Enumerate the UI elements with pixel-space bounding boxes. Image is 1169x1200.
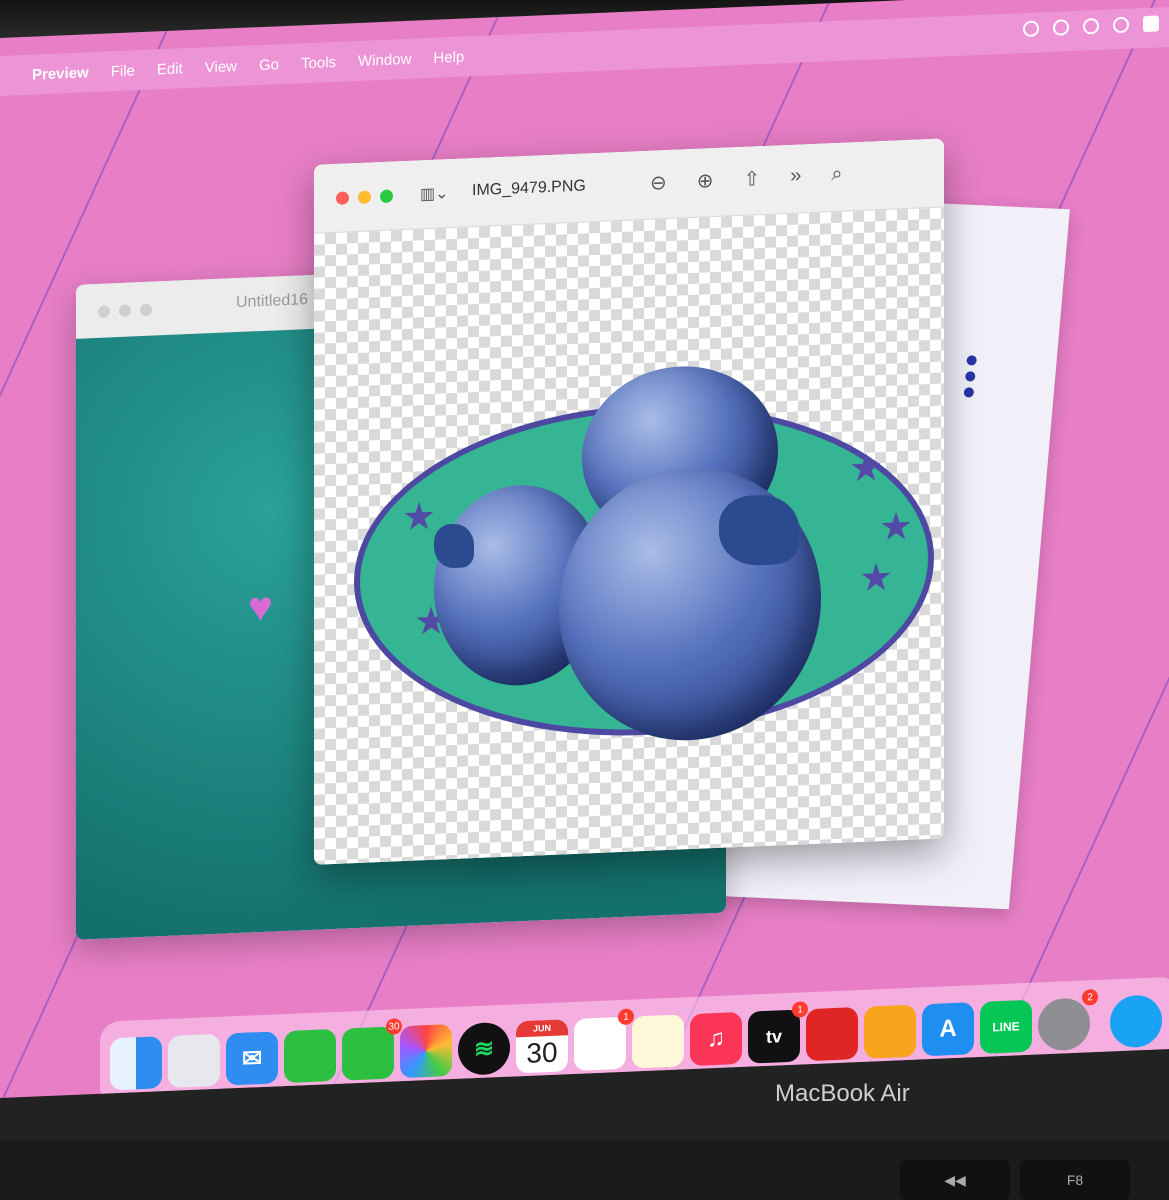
notes-icon[interactable] xyxy=(632,1014,684,1069)
blueberry-crown xyxy=(434,523,474,569)
launchpad-icon[interactable] xyxy=(168,1033,220,1088)
traffic-lights-inactive xyxy=(98,303,152,318)
facetime-icon[interactable] xyxy=(284,1028,336,1084)
input-source-icon[interactable] xyxy=(1143,15,1159,33)
status-tool-icon[interactable] xyxy=(1113,16,1129,34)
menu-view[interactable]: View xyxy=(205,58,237,76)
reminders-icon[interactable]: 1 xyxy=(574,1008,634,1071)
close-button[interactable] xyxy=(98,305,110,318)
menu-window[interactable]: Window xyxy=(358,50,411,69)
share-icon[interactable]: ⇧ xyxy=(744,166,761,192)
reminders-badge: 1 xyxy=(618,1008,634,1026)
traffic-lights xyxy=(336,189,393,205)
image-canvas: ★ ★ ★ ★ ★ xyxy=(314,207,944,865)
minimize-button[interactable] xyxy=(358,190,371,204)
status-record-icon[interactable] xyxy=(1053,19,1069,36)
window-title: IMG_9479.PNG xyxy=(472,177,586,200)
finder-icon[interactable] xyxy=(110,1036,162,1091)
line-icon[interactable]: LINE xyxy=(980,999,1032,1054)
messages-badge: 30 xyxy=(386,1018,402,1035)
app-store-icon[interactable]: A xyxy=(922,1002,974,1057)
zoom-in-icon[interactable]: ⊕ xyxy=(697,168,714,194)
line-label: LINE xyxy=(992,1019,1020,1035)
sidebar-toggle-icon[interactable]: ▥⌄ xyxy=(420,183,449,204)
toolbar-icons: ⊖ ⊕ ⇧ » ⌕ xyxy=(650,163,843,196)
heart-sticker: ♥ xyxy=(248,582,273,631)
star-icon: ★ xyxy=(859,556,894,600)
calendar-day: 30 xyxy=(526,1036,558,1069)
menu-help[interactable]: Help xyxy=(433,48,464,66)
status-app-icon[interactable] xyxy=(1023,20,1039,38)
tv-badge: 1 xyxy=(792,1001,808,1018)
key-play-pause[interactable]: F8 xyxy=(1020,1160,1130,1200)
tv-icon[interactable]: tv 1 xyxy=(748,1001,808,1064)
paper-dots xyxy=(963,355,978,398)
calendar-month: JUN xyxy=(516,1019,568,1038)
zoom-button[interactable] xyxy=(140,303,152,317)
settings-badge: 2 xyxy=(1082,988,1098,1006)
menu-go[interactable]: Go xyxy=(259,56,279,74)
music-icon[interactable]: ♫ xyxy=(690,1011,742,1067)
system-settings-icon[interactable]: 2 xyxy=(1038,988,1098,1052)
menu-tools[interactable]: Tools xyxy=(301,53,336,71)
star-icon: ★ xyxy=(879,505,914,550)
minimize-button[interactable] xyxy=(119,304,131,318)
pages-icon[interactable] xyxy=(864,1004,916,1059)
star-icon: ★ xyxy=(402,495,437,540)
status-play-icon[interactable] xyxy=(1083,17,1099,35)
preview-window-front[interactable]: ▥⌄ IMG_9479.PNG ⊖ ⊕ ⇧ » ⌕ ★ ★ ★ ★ ★ xyxy=(314,138,944,865)
close-button[interactable] xyxy=(336,191,349,205)
menu-edit[interactable]: Edit xyxy=(157,60,183,78)
photo-booth-icon[interactable] xyxy=(806,1007,858,1062)
safari-icon[interactable] xyxy=(1110,994,1162,1049)
spotify-icon[interactable]: ≋ xyxy=(458,1021,510,1076)
mail-icon[interactable]: ✉ xyxy=(226,1031,278,1086)
search-icon[interactable]: ⌕ xyxy=(831,163,842,188)
menu-file[interactable]: File xyxy=(111,62,135,80)
window-title: Untitled16 xyxy=(236,291,309,312)
tv-label: tv xyxy=(765,1025,782,1047)
blueberry-crown xyxy=(719,493,799,567)
key-label: F8 xyxy=(1066,1172,1084,1188)
star-icon: ★ xyxy=(849,446,884,491)
calendar-icon[interactable]: JUN 30 xyxy=(516,1019,568,1074)
desktop: Preview File Edit View Go Tools Window H… xyxy=(0,0,1169,1098)
zoom-out-icon[interactable]: ⊖ xyxy=(650,170,667,196)
laptop-brand-label: MacBook Air xyxy=(775,1080,910,1107)
status-icons xyxy=(1023,15,1159,38)
key-rewind[interactable]: ◀◀ xyxy=(900,1160,1010,1200)
menu-app-name[interactable]: Preview xyxy=(32,64,89,83)
zoom-button[interactable] xyxy=(380,189,393,204)
messages-icon[interactable]: 30 xyxy=(342,1018,402,1081)
photos-icon[interactable] xyxy=(400,1024,452,1079)
more-tools-icon[interactable]: » xyxy=(790,164,801,189)
